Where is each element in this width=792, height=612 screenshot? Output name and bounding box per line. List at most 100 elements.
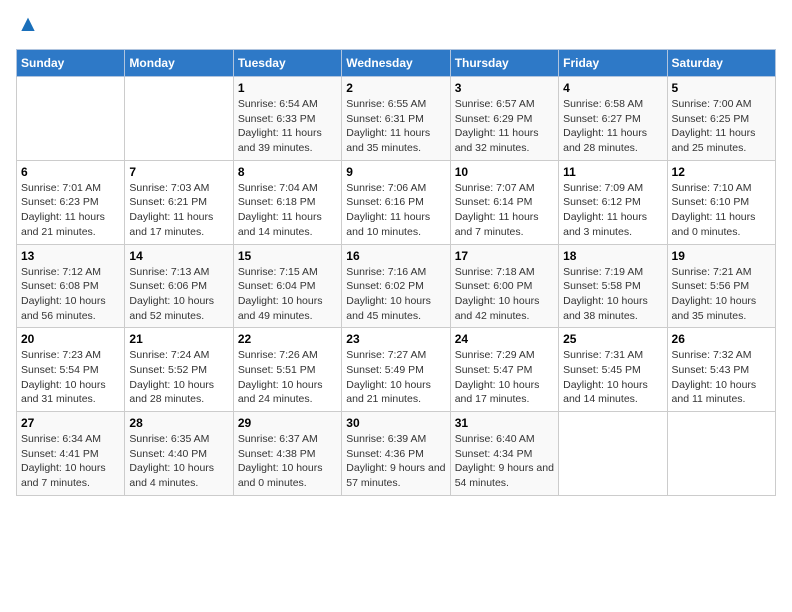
- day-info: Sunrise: 6:37 AM Sunset: 4:38 PM Dayligh…: [238, 432, 337, 491]
- calendar-cell: [667, 412, 775, 496]
- day-info: Sunrise: 7:13 AM Sunset: 6:06 PM Dayligh…: [129, 265, 228, 324]
- day-number: 13: [21, 249, 120, 263]
- calendar-cell: 19 Sunrise: 7:21 AM Sunset: 5:56 PM Dayli…: [667, 244, 775, 328]
- day-info: Sunrise: 7:10 AM Sunset: 6:10 PM Dayligh…: [672, 181, 771, 240]
- day-number: 18: [563, 249, 662, 263]
- day-info: Sunrise: 6:54 AM Sunset: 6:33 PM Dayligh…: [238, 97, 337, 156]
- day-number: 6: [21, 165, 120, 179]
- day-info: Sunrise: 7:23 AM Sunset: 5:54 PM Dayligh…: [21, 348, 120, 407]
- day-info: Sunrise: 7:09 AM Sunset: 6:12 PM Dayligh…: [563, 181, 662, 240]
- day-number: 5: [672, 81, 771, 95]
- calendar-cell: 20 Sunrise: 7:23 AM Sunset: 5:54 PM Dayli…: [17, 328, 125, 412]
- calendar-cell: 3Sunrise: 6:57 AM Sunset: 6:29 PM Daylig…: [450, 77, 558, 161]
- day-info: Sunrise: 7:24 AM Sunset: 5:52 PM Dayligh…: [129, 348, 228, 407]
- day-info: Sunrise: 6:40 AM Sunset: 4:34 PM Dayligh…: [455, 432, 554, 491]
- day-number: 23: [346, 332, 445, 346]
- calendar-cell: 5 Sunrise: 7:00 AM Sunset: 6:25 PM Daylig…: [667, 77, 775, 161]
- day-info: Sunrise: 7:03 AM Sunset: 6:21 PM Dayligh…: [129, 181, 228, 240]
- calendar-cell: 22 Sunrise: 7:26 AM Sunset: 5:51 PM Dayli…: [233, 328, 341, 412]
- calendar-cell: 2 Sunrise: 6:55 AM Sunset: 6:31 PM Daylig…: [342, 77, 450, 161]
- day-info: Sunrise: 7:31 AM Sunset: 5:45 PM Dayligh…: [563, 348, 662, 407]
- day-number: 12: [672, 165, 771, 179]
- column-header-friday: Friday: [559, 50, 667, 77]
- calendar-cell: 8 Sunrise: 7:04 AM Sunset: 6:18 PM Daylig…: [233, 160, 341, 244]
- day-info: Sunrise: 7:00 AM Sunset: 6:25 PM Dayligh…: [672, 97, 771, 156]
- calendar-cell: 31 Sunrise: 6:40 AM Sunset: 4:34 PM Dayli…: [450, 412, 558, 496]
- column-header-sunday: Sunday: [17, 50, 125, 77]
- day-info: Sunrise: 6:57 AM Sunset: 6:29 PM Dayligh…: [455, 97, 554, 156]
- day-number: 11: [563, 165, 662, 179]
- day-number: 27: [21, 416, 120, 430]
- day-number: 30: [346, 416, 445, 430]
- column-header-saturday: Saturday: [667, 50, 775, 77]
- day-number: 21: [129, 332, 228, 346]
- day-number: 15: [238, 249, 337, 263]
- day-info: Sunrise: 7:26 AM Sunset: 5:51 PM Dayligh…: [238, 348, 337, 407]
- calendar-cell: 12 Sunrise: 7:10 AM Sunset: 6:10 PM Dayli…: [667, 160, 775, 244]
- day-info: Sunrise: 7:19 AM Sunset: 5:58 PM Dayligh…: [563, 265, 662, 324]
- day-info: Sunrise: 6:58 AM Sunset: 6:27 PM Dayligh…: [563, 97, 662, 156]
- calendar-week-row: 20 Sunrise: 7:23 AM Sunset: 5:54 PM Dayli…: [17, 328, 776, 412]
- day-number: 16: [346, 249, 445, 263]
- calendar-cell: 18 Sunrise: 7:19 AM Sunset: 5:58 PM Dayli…: [559, 244, 667, 328]
- day-number: 1: [238, 81, 337, 95]
- day-number: 28: [129, 416, 228, 430]
- calendar-cell: 11 Sunrise: 7:09 AM Sunset: 6:12 PM Dayli…: [559, 160, 667, 244]
- day-number: 22: [238, 332, 337, 346]
- day-number: 4: [563, 81, 662, 95]
- column-header-thursday: Thursday: [450, 50, 558, 77]
- day-number: 8: [238, 165, 337, 179]
- day-info: Sunrise: 7:27 AM Sunset: 5:49 PM Dayligh…: [346, 348, 445, 407]
- calendar-cell: 24 Sunrise: 7:29 AM Sunset: 5:47 PM Dayli…: [450, 328, 558, 412]
- calendar-cell: 26Sunrise: 7:32 AM Sunset: 5:43 PM Dayli…: [667, 328, 775, 412]
- page-header: [16, 16, 776, 41]
- calendar-cell: 21 Sunrise: 7:24 AM Sunset: 5:52 PM Dayli…: [125, 328, 233, 412]
- calendar-cell: 15 Sunrise: 7:15 AM Sunset: 6:04 PM Dayli…: [233, 244, 341, 328]
- day-number: 29: [238, 416, 337, 430]
- day-info: Sunrise: 7:06 AM Sunset: 6:16 PM Dayligh…: [346, 181, 445, 240]
- day-number: 19: [672, 249, 771, 263]
- logo-icon: [18, 16, 38, 36]
- day-number: 24: [455, 332, 554, 346]
- calendar-cell: [559, 412, 667, 496]
- calendar-cell: 30Sunrise: 6:39 AM Sunset: 4:36 PM Dayli…: [342, 412, 450, 496]
- day-number: 20: [21, 332, 120, 346]
- calendar-week-row: 27 Sunrise: 6:34 AM Sunset: 4:41 PM Dayli…: [17, 412, 776, 496]
- calendar-cell: 4 Sunrise: 6:58 AM Sunset: 6:27 PM Daylig…: [559, 77, 667, 161]
- column-header-wednesday: Wednesday: [342, 50, 450, 77]
- calendar-header-row: SundayMondayTuesdayWednesdayThursdayFrid…: [17, 50, 776, 77]
- calendar-week-row: 13 Sunrise: 7:12 AM Sunset: 6:08 PM Dayli…: [17, 244, 776, 328]
- day-info: Sunrise: 7:07 AM Sunset: 6:14 PM Dayligh…: [455, 181, 554, 240]
- calendar-cell: 17 Sunrise: 7:18 AM Sunset: 6:00 PM Dayli…: [450, 244, 558, 328]
- day-info: Sunrise: 7:21 AM Sunset: 5:56 PM Dayligh…: [672, 265, 771, 324]
- day-info: Sunrise: 7:18 AM Sunset: 6:00 PM Dayligh…: [455, 265, 554, 324]
- day-info: Sunrise: 6:35 AM Sunset: 4:40 PM Dayligh…: [129, 432, 228, 491]
- day-number: 7: [129, 165, 228, 179]
- day-info: Sunrise: 7:04 AM Sunset: 6:18 PM Dayligh…: [238, 181, 337, 240]
- day-info: Sunrise: 7:15 AM Sunset: 6:04 PM Dayligh…: [238, 265, 337, 324]
- logo: [16, 16, 40, 41]
- calendar-cell: 25Sunrise: 7:31 AM Sunset: 5:45 PM Dayli…: [559, 328, 667, 412]
- calendar-cell: 28 Sunrise: 6:35 AM Sunset: 4:40 PM Dayli…: [125, 412, 233, 496]
- calendar-cell: [17, 77, 125, 161]
- day-number: 2: [346, 81, 445, 95]
- calendar-cell: 7 Sunrise: 7:03 AM Sunset: 6:21 PM Daylig…: [125, 160, 233, 244]
- day-info: Sunrise: 7:29 AM Sunset: 5:47 PM Dayligh…: [455, 348, 554, 407]
- day-number: 9: [346, 165, 445, 179]
- calendar-week-row: 1 Sunrise: 6:54 AM Sunset: 6:33 PM Daylig…: [17, 77, 776, 161]
- day-number: 17: [455, 249, 554, 263]
- day-number: 10: [455, 165, 554, 179]
- calendar-cell: 23 Sunrise: 7:27 AM Sunset: 5:49 PM Dayli…: [342, 328, 450, 412]
- day-info: Sunrise: 7:12 AM Sunset: 6:08 PM Dayligh…: [21, 265, 120, 324]
- day-info: Sunrise: 7:32 AM Sunset: 5:43 PM Dayligh…: [672, 348, 771, 407]
- calendar-cell: 29 Sunrise: 6:37 AM Sunset: 4:38 PM Dayli…: [233, 412, 341, 496]
- day-number: 14: [129, 249, 228, 263]
- calendar-cell: 27 Sunrise: 6:34 AM Sunset: 4:41 PM Dayli…: [17, 412, 125, 496]
- calendar-cell: 9 Sunrise: 7:06 AM Sunset: 6:16 PM Daylig…: [342, 160, 450, 244]
- day-info: Sunrise: 6:55 AM Sunset: 6:31 PM Dayligh…: [346, 97, 445, 156]
- day-info: Sunrise: 7:01 AM Sunset: 6:23 PM Dayligh…: [21, 181, 120, 240]
- calendar-cell: 1 Sunrise: 6:54 AM Sunset: 6:33 PM Daylig…: [233, 77, 341, 161]
- column-header-monday: Monday: [125, 50, 233, 77]
- day-info: Sunrise: 6:34 AM Sunset: 4:41 PM Dayligh…: [21, 432, 120, 491]
- day-number: 31: [455, 416, 554, 430]
